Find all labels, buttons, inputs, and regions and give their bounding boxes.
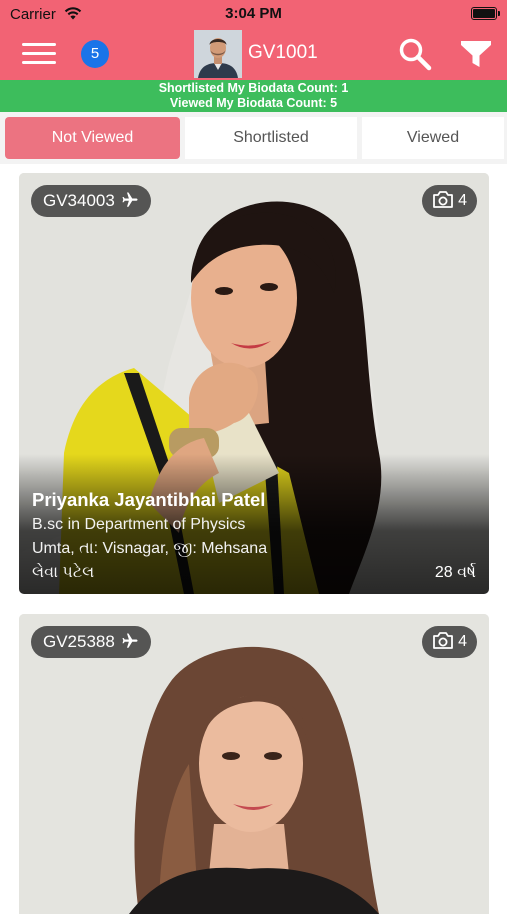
tab-shortlisted[interactable]: Shortlisted xyxy=(185,117,357,159)
camera-icon xyxy=(433,632,453,649)
tab-not-viewed[interactable]: Not Viewed xyxy=(5,117,180,159)
biodata-counts-bar: Shortlisted My Biodata Count: 1 Viewed M… xyxy=(0,80,507,112)
viewed-count: Viewed My Biodata Count: 5 xyxy=(169,96,338,110)
photo-count-badge[interactable]: 4 xyxy=(422,185,477,217)
notification-badge[interactable]: 5 xyxy=(81,40,109,68)
profile-education: B.sc in Department of Physics xyxy=(32,516,246,533)
search-icon[interactable] xyxy=(398,37,432,71)
profile-name: Priyanka Jayantibhai Patel xyxy=(32,489,266,510)
profile-id[interactable]: GV1001 xyxy=(248,42,318,64)
status-time: 3:04 PM xyxy=(225,5,282,22)
shortlisted-count: Shortlisted My Biodata Count: 1 xyxy=(158,81,349,95)
profile-location: Umta, તા: Visnagar, જી: Mehsana xyxy=(32,540,268,557)
battery-icon xyxy=(471,7,500,20)
photo-count: 4 xyxy=(458,192,467,209)
profile-id-text: GV25388 xyxy=(43,632,115,651)
profile-age: 28 વર્ષ xyxy=(434,564,476,581)
profile-id-text: GV34003 xyxy=(43,191,115,210)
tab-viewed[interactable]: Viewed xyxy=(362,117,504,159)
profile-card[interactable]: GV34003 4 Priyanka Jayantibhai Patel B.s… xyxy=(19,173,489,594)
filter-icon[interactable] xyxy=(460,38,492,70)
avatar-photo xyxy=(194,30,242,78)
airplane-icon xyxy=(122,633,138,648)
profile-id-badge: GV34003 xyxy=(31,185,151,217)
photo-count: 4 xyxy=(458,633,467,650)
profile-id-badge: GV25388 xyxy=(31,626,151,658)
photo-count-badge[interactable]: 4 xyxy=(422,626,477,658)
menu-icon[interactable] xyxy=(22,41,56,67)
camera-icon xyxy=(433,191,453,208)
profile-photo xyxy=(19,614,489,914)
status-bar: Carrier 3:04 PM xyxy=(0,0,507,28)
top-navbar: 5 GV1001 xyxy=(0,28,507,80)
profile-caste: લેવા પટેલ xyxy=(32,564,95,581)
tab-bar: Not Viewed Shortlisted Viewed xyxy=(0,112,507,164)
profile-avatar[interactable] xyxy=(194,30,242,78)
profile-card[interactable]: GV25388 4 xyxy=(19,614,489,914)
airplane-icon xyxy=(122,192,138,207)
